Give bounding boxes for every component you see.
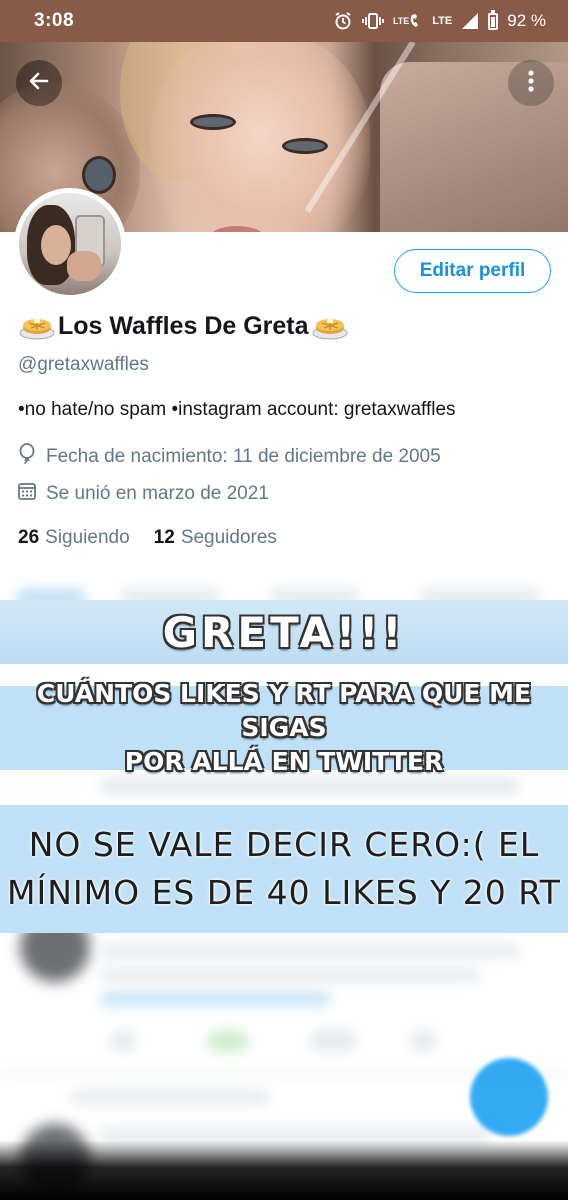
followers-link[interactable]: 12 Seguidores: [154, 527, 277, 549]
vibrate-icon: [362, 12, 384, 30]
overlay-question-line2: POR ALLÁ EN TWITTER: [124, 747, 444, 776]
followers-count: 12: [153, 527, 175, 548]
follow-stats: 26 Siguiendo 12 Seguidores: [18, 527, 277, 549]
lte-label: LTE: [432, 15, 453, 27]
user-handle: @gretaxwaffles: [18, 354, 149, 375]
followers-label: Seguidores: [180, 527, 277, 548]
overlay-title-banner: GRETA!!!: [0, 600, 568, 664]
overlay-rule-line1: NO SE VALE DECIR CERO:( EL: [28, 825, 540, 864]
waffle-emoji-icon: [311, 311, 349, 341]
battery-percent: 92 %: [507, 11, 546, 30]
overlay-title: GRETA!!!: [162, 607, 406, 657]
status-bar: 3:08 LTE LTE 92 %: [0, 0, 568, 42]
more-vertical-icon: [527, 69, 535, 98]
status-time: 3:08: [34, 10, 75, 31]
profile-bio: •no hate/no spam •instagram account: gre…: [18, 399, 456, 420]
more-options-button[interactable]: [508, 60, 554, 106]
joined-date-row: Se unió en marzo de 2021: [18, 482, 269, 506]
arrow-left-icon: [27, 69, 51, 98]
overlay-question-banner: CUÁNTOS LIKES Y RT PARA QUE ME SIGAS POR…: [0, 679, 568, 776]
overlay-question-line1: CUÁNTOS LIKES Y RT PARA QUE ME SIGAS: [36, 679, 532, 742]
status-icons: LTE LTE 92 %: [333, 9, 546, 31]
display-name-text: Los Waffles De Greta: [58, 311, 309, 340]
lte-small-label: LTE: [392, 15, 410, 26]
nav-bar-shade: [0, 1140, 568, 1200]
following-label: Siguiendo: [45, 527, 130, 548]
signal-icon: [461, 12, 479, 30]
profile-avatar[interactable]: [14, 188, 126, 300]
display-name: Los Waffles De Greta: [18, 311, 349, 341]
edit-profile-button[interactable]: Editar perfil: [394, 249, 551, 293]
overlay-rule-banner: NO SE VALE DECIR CERO:( EL MÍNIMO ES DE …: [0, 805, 568, 933]
following-count: 26: [18, 527, 40, 548]
birth-date-text: Fecha de nacimiento: 11 de diciembre de …: [46, 446, 441, 467]
calendar-icon: [18, 482, 36, 506]
birth-date-row: Fecha de nacimiento: 11 de diciembre de …: [18, 443, 441, 471]
waffle-emoji-icon: [18, 311, 56, 341]
compose-tweet-button[interactable]: [470, 1058, 548, 1136]
wifi-calling-icon: LTE: [393, 13, 423, 29]
following-link[interactable]: 26 Siguiendo: [18, 527, 130, 549]
balloon-icon: [18, 443, 36, 471]
back-button[interactable]: [16, 60, 62, 106]
battery-icon: [488, 9, 499, 30]
overlay-rule-line2: MÍNIMO ES DE 40 LIKES Y 20 RT: [7, 873, 561, 912]
alarm-icon: [333, 11, 353, 31]
joined-date-text: Se unió en marzo de 2021: [46, 483, 269, 504]
